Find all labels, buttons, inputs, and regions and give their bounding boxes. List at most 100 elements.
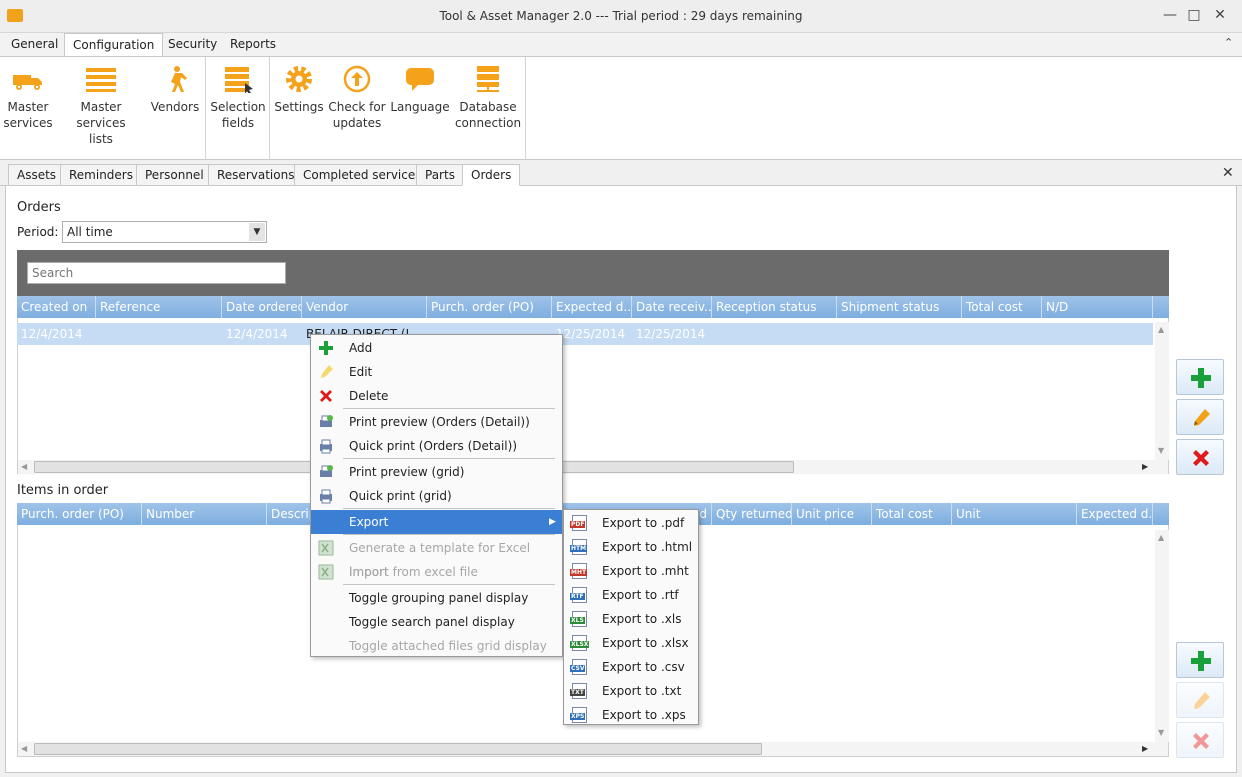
- edit-item-button[interactable]: [1176, 682, 1224, 718]
- col-items-unit[interactable]: Unit: [952, 503, 1077, 525]
- menu-item-export-csv[interactable]: CSV Export to .csv: [564, 655, 698, 679]
- window-title: Tool & Asset Manager 2.0 --- Trial perio…: [439, 9, 803, 23]
- plus-icon: [1191, 368, 1211, 388]
- col-shipment-status[interactable]: Shipment status: [837, 296, 962, 318]
- period-select[interactable]: All time ▼: [62, 221, 267, 243]
- menu-item-edit[interactable]: Edit: [311, 360, 562, 384]
- menu-item-delete[interactable]: Delete: [311, 384, 562, 408]
- menu-item-export-rtf[interactable]: RTF Export to .rtf: [564, 583, 698, 607]
- selection-fields-button[interactable]: Selection fields: [210, 61, 266, 131]
- menu-separator: [343, 458, 555, 459]
- scroll-thumb[interactable]: [34, 743, 762, 755]
- menu-item-toggle-search[interactable]: Toggle search panel display: [311, 610, 562, 634]
- tab-general[interactable]: General: [3, 33, 66, 56]
- col-total-cost[interactable]: Total cost: [962, 296, 1042, 318]
- table-row[interactable]: 12/4/2014 12/4/2014 BELAIR DIRECT (L 12/…: [17, 323, 1153, 345]
- col-items-total-cost[interactable]: Total cost: [872, 503, 952, 525]
- menu-item-toggle-grouping[interactable]: Toggle grouping panel display: [311, 586, 562, 610]
- tab-orders[interactable]: Orders: [462, 164, 521, 186]
- col-date-received[interactable]: Date receiv...: [632, 296, 712, 318]
- menu-item-quick-print-grid[interactable]: Quick print (grid): [311, 484, 562, 508]
- tab-reports[interactable]: Reports: [222, 33, 284, 56]
- tab-personnel[interactable]: Personnel: [136, 164, 213, 186]
- items-horizontal-scrollbar[interactable]: ◀ ▶: [18, 742, 1168, 756]
- tab-configuration[interactable]: Configuration: [64, 33, 164, 56]
- col-reference[interactable]: Reference: [96, 296, 222, 318]
- check-updates-button[interactable]: Check for updates: [328, 61, 386, 131]
- delete-item-button[interactable]: [1176, 722, 1224, 758]
- menu-item-print-preview-detail[interactable]: Print preview (Orders (Detail)): [311, 410, 562, 434]
- tab-reminders[interactable]: Reminders: [60, 164, 142, 186]
- master-services-button[interactable]: Master services: [2, 61, 54, 131]
- export-csv-label: Export to .csv: [602, 660, 685, 674]
- col-items-purch-order[interactable]: Purch. order (PO): [17, 503, 142, 525]
- menu-item-add[interactable]: Add: [311, 336, 562, 360]
- col-created-on[interactable]: Created on: [17, 296, 96, 318]
- menu-item-export-xls[interactable]: XLS Export to .xls: [564, 607, 698, 631]
- menu-item-export-txt[interactable]: TXT Export to .txt: [564, 679, 698, 703]
- orders-vertical-scrollbar[interactable]: ▲ ▼: [1155, 322, 1169, 460]
- add-order-button[interactable]: [1176, 359, 1224, 395]
- col-vendor[interactable]: Vendor: [302, 296, 427, 318]
- scroll-left-icon[interactable]: ◀: [21, 744, 27, 753]
- maximize-button[interactable]: □: [1183, 4, 1205, 26]
- export-html-label: Export to .html: [602, 540, 693, 554]
- menu-item-export-html[interactable]: HTM Export to .html: [564, 535, 698, 559]
- tab-reservations[interactable]: Reservations: [208, 164, 304, 186]
- scroll-up-icon[interactable]: ▲: [1158, 325, 1164, 334]
- collapse-ribbon-icon[interactable]: ⌃: [1224, 36, 1233, 49]
- items-vertical-scrollbar[interactable]: ▲ ▼: [1155, 530, 1169, 742]
- scroll-left-icon[interactable]: ◀: [21, 462, 27, 471]
- close-button[interactable]: ✕: [1209, 4, 1231, 26]
- menu-item-export-xps[interactable]: XPS Export to .xps: [564, 703, 698, 727]
- menu-item-quick-print-detail[interactable]: Quick print (Orders (Detail)): [311, 434, 562, 458]
- menu-item-export-mht[interactable]: MHT Export to .mht: [564, 559, 698, 583]
- database-connection-button[interactable]: Database connection: [454, 61, 522, 131]
- col-nd[interactable]: N/D: [1042, 296, 1153, 318]
- scroll-right-icon[interactable]: ▶: [1142, 744, 1148, 753]
- col-expected[interactable]: Expected d...: [552, 296, 632, 318]
- col-items-unit-price[interactable]: Unit price: [792, 503, 872, 525]
- file-type-tag: XLSX: [570, 641, 590, 648]
- menu-item-print-preview-grid[interactable]: Print preview (grid): [311, 460, 562, 484]
- scroll-right-icon[interactable]: ▶: [1142, 462, 1148, 471]
- master-services-lists-button[interactable]: Master services lists: [58, 61, 144, 147]
- file-type-tag: TXT: [570, 689, 585, 696]
- check-updates-label-2: updates: [332, 116, 382, 130]
- col-date-ordered[interactable]: Date ordered: [222, 296, 302, 318]
- file-type-tag: HTM: [570, 545, 588, 552]
- search-input[interactable]: [27, 262, 286, 284]
- delete-order-button[interactable]: [1176, 439, 1224, 475]
- menu-item-export-xlsx[interactable]: XLSX Export to .xlsx: [564, 631, 698, 655]
- menu-item-export-pdf[interactable]: PDF Export to .pdf: [564, 511, 698, 535]
- chevron-down-icon[interactable]: ▼: [249, 223, 265, 241]
- orders-horizontal-scrollbar[interactable]: ◀ ▶: [18, 460, 1168, 474]
- close-tab-icon[interactable]: ✕: [1222, 165, 1234, 181]
- tab-completed-services[interactable]: Completed services: [294, 164, 431, 186]
- scroll-up-icon[interactable]: ▲: [1158, 533, 1164, 542]
- scroll-down-icon[interactable]: ▼: [1158, 446, 1164, 455]
- language-button[interactable]: Language: [390, 61, 450, 115]
- add-item-button[interactable]: [1176, 642, 1224, 678]
- vendors-button[interactable]: Vendors: [148, 61, 202, 115]
- tab-parts[interactable]: Parts: [416, 164, 464, 186]
- ribbon: Master services Master services lists Ve…: [0, 56, 1242, 160]
- export-xps-label: Export to .xps: [602, 708, 686, 722]
- minimize-button[interactable]: —: [1159, 4, 1181, 26]
- edit-order-button[interactable]: [1176, 399, 1224, 435]
- col-items-qty-returned[interactable]: Qty returned: [712, 503, 792, 525]
- context-menu: Add Edit Delete Print preview (Orders (D…: [310, 334, 563, 657]
- menu-item-export-label: Export: [349, 515, 389, 529]
- col-reception-status[interactable]: Reception status: [712, 296, 837, 318]
- tab-assets[interactable]: Assets: [8, 164, 66, 186]
- scroll-down-icon[interactable]: ▼: [1158, 728, 1164, 737]
- settings-button[interactable]: Settings: [274, 61, 324, 115]
- col-purch-order[interactable]: Purch. order (PO): [427, 296, 552, 318]
- col-items-expected[interactable]: Expected d...: [1077, 503, 1153, 525]
- menu-item-export[interactable]: Export ▶: [311, 510, 562, 534]
- export-rtf-label: Export to .rtf: [602, 588, 679, 602]
- col-items-number[interactable]: Number: [142, 503, 267, 525]
- tab-security[interactable]: Security: [160, 33, 225, 56]
- master-services-label-2: services: [3, 116, 53, 130]
- document-tabs: Assets Reminders Personnel Reservations …: [0, 160, 1242, 186]
